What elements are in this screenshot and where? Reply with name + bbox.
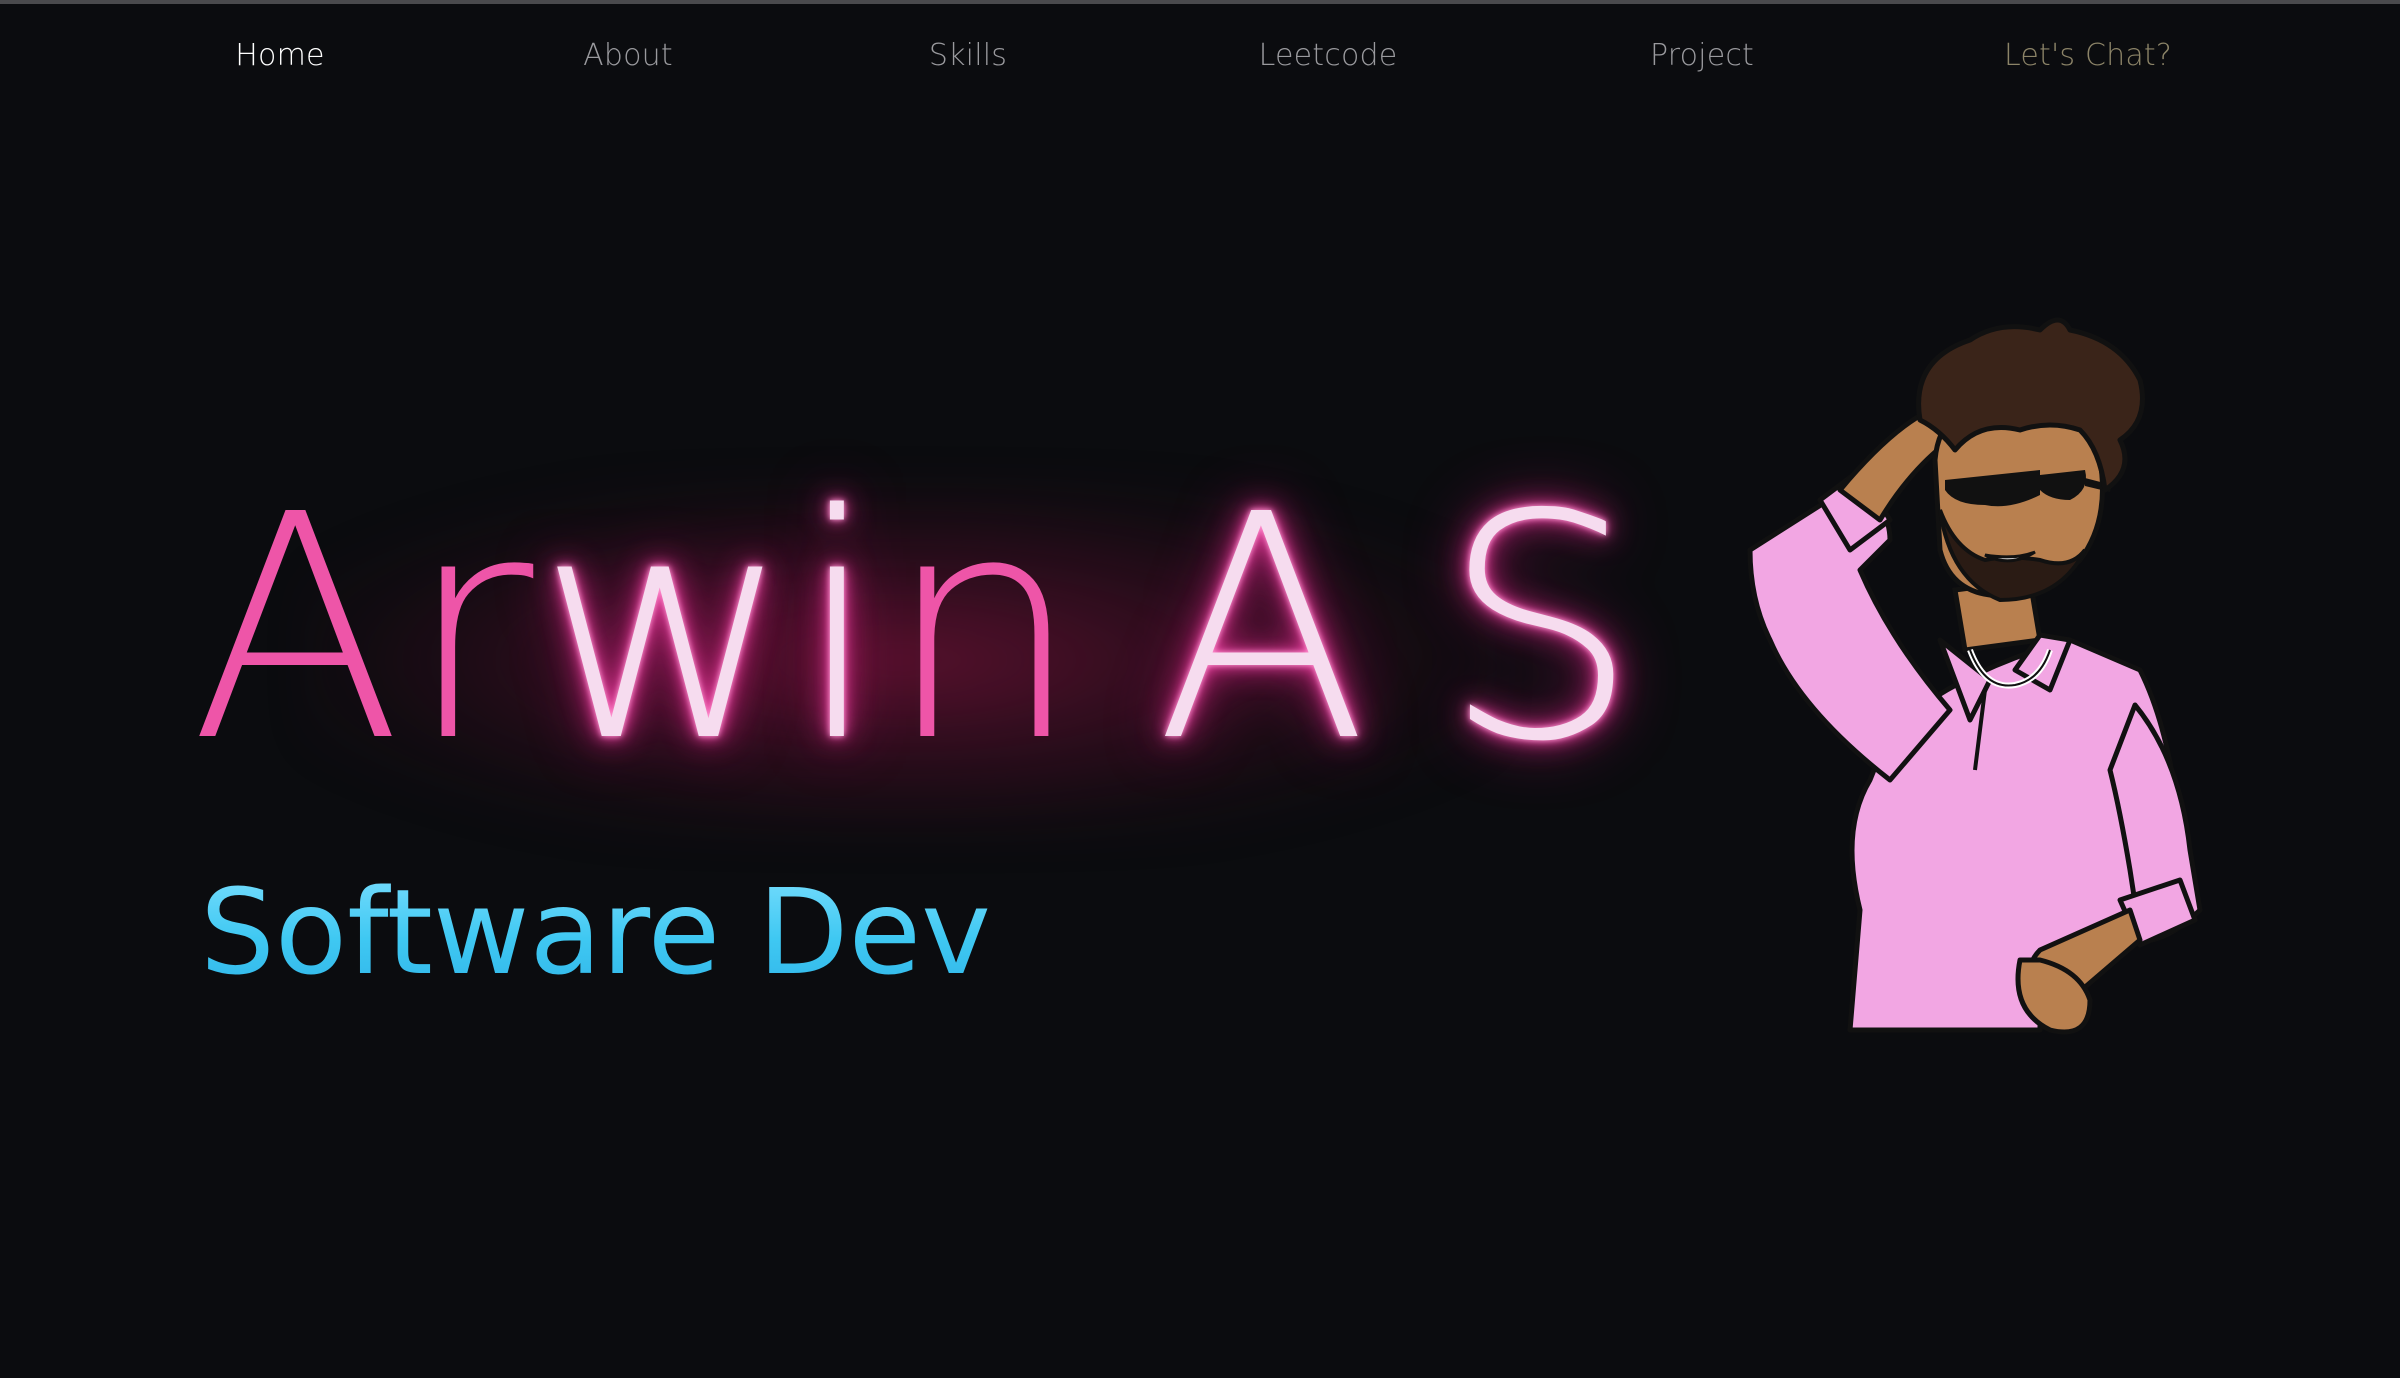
name-letter: r [406, 449, 538, 810]
name-letter: n [885, 449, 1086, 810]
nav-skills-link[interactable]: Skills [929, 38, 1007, 73]
name-letter: i [795, 449, 886, 810]
top-navbar: Home About Skills Leetcode Project Let's… [0, 4, 2400, 114]
name-letter: A [190, 449, 407, 810]
nav-leetcode-link[interactable]: Leetcode [1259, 38, 1398, 73]
nav-project-link[interactable]: Project [1650, 38, 1754, 73]
nav-about-link[interactable]: About [583, 38, 673, 73]
nav-home-link[interactable]: Home [235, 38, 324, 73]
nav-lets-chat-link[interactable]: Let's Chat? [2004, 38, 2172, 73]
portfolio-page: Home About Skills Leetcode Project Let's… [0, 0, 2400, 1378]
cartoon-developer-avatar-icon [1747, 317, 2203, 1035]
name-letter: S [1441, 449, 1643, 810]
hero-name: Arwin A S [190, 449, 1639, 810]
name-letter: A [1155, 449, 1372, 810]
name-letter: w [537, 449, 796, 810]
hero-role-title: Software Dev [200, 863, 991, 1001]
